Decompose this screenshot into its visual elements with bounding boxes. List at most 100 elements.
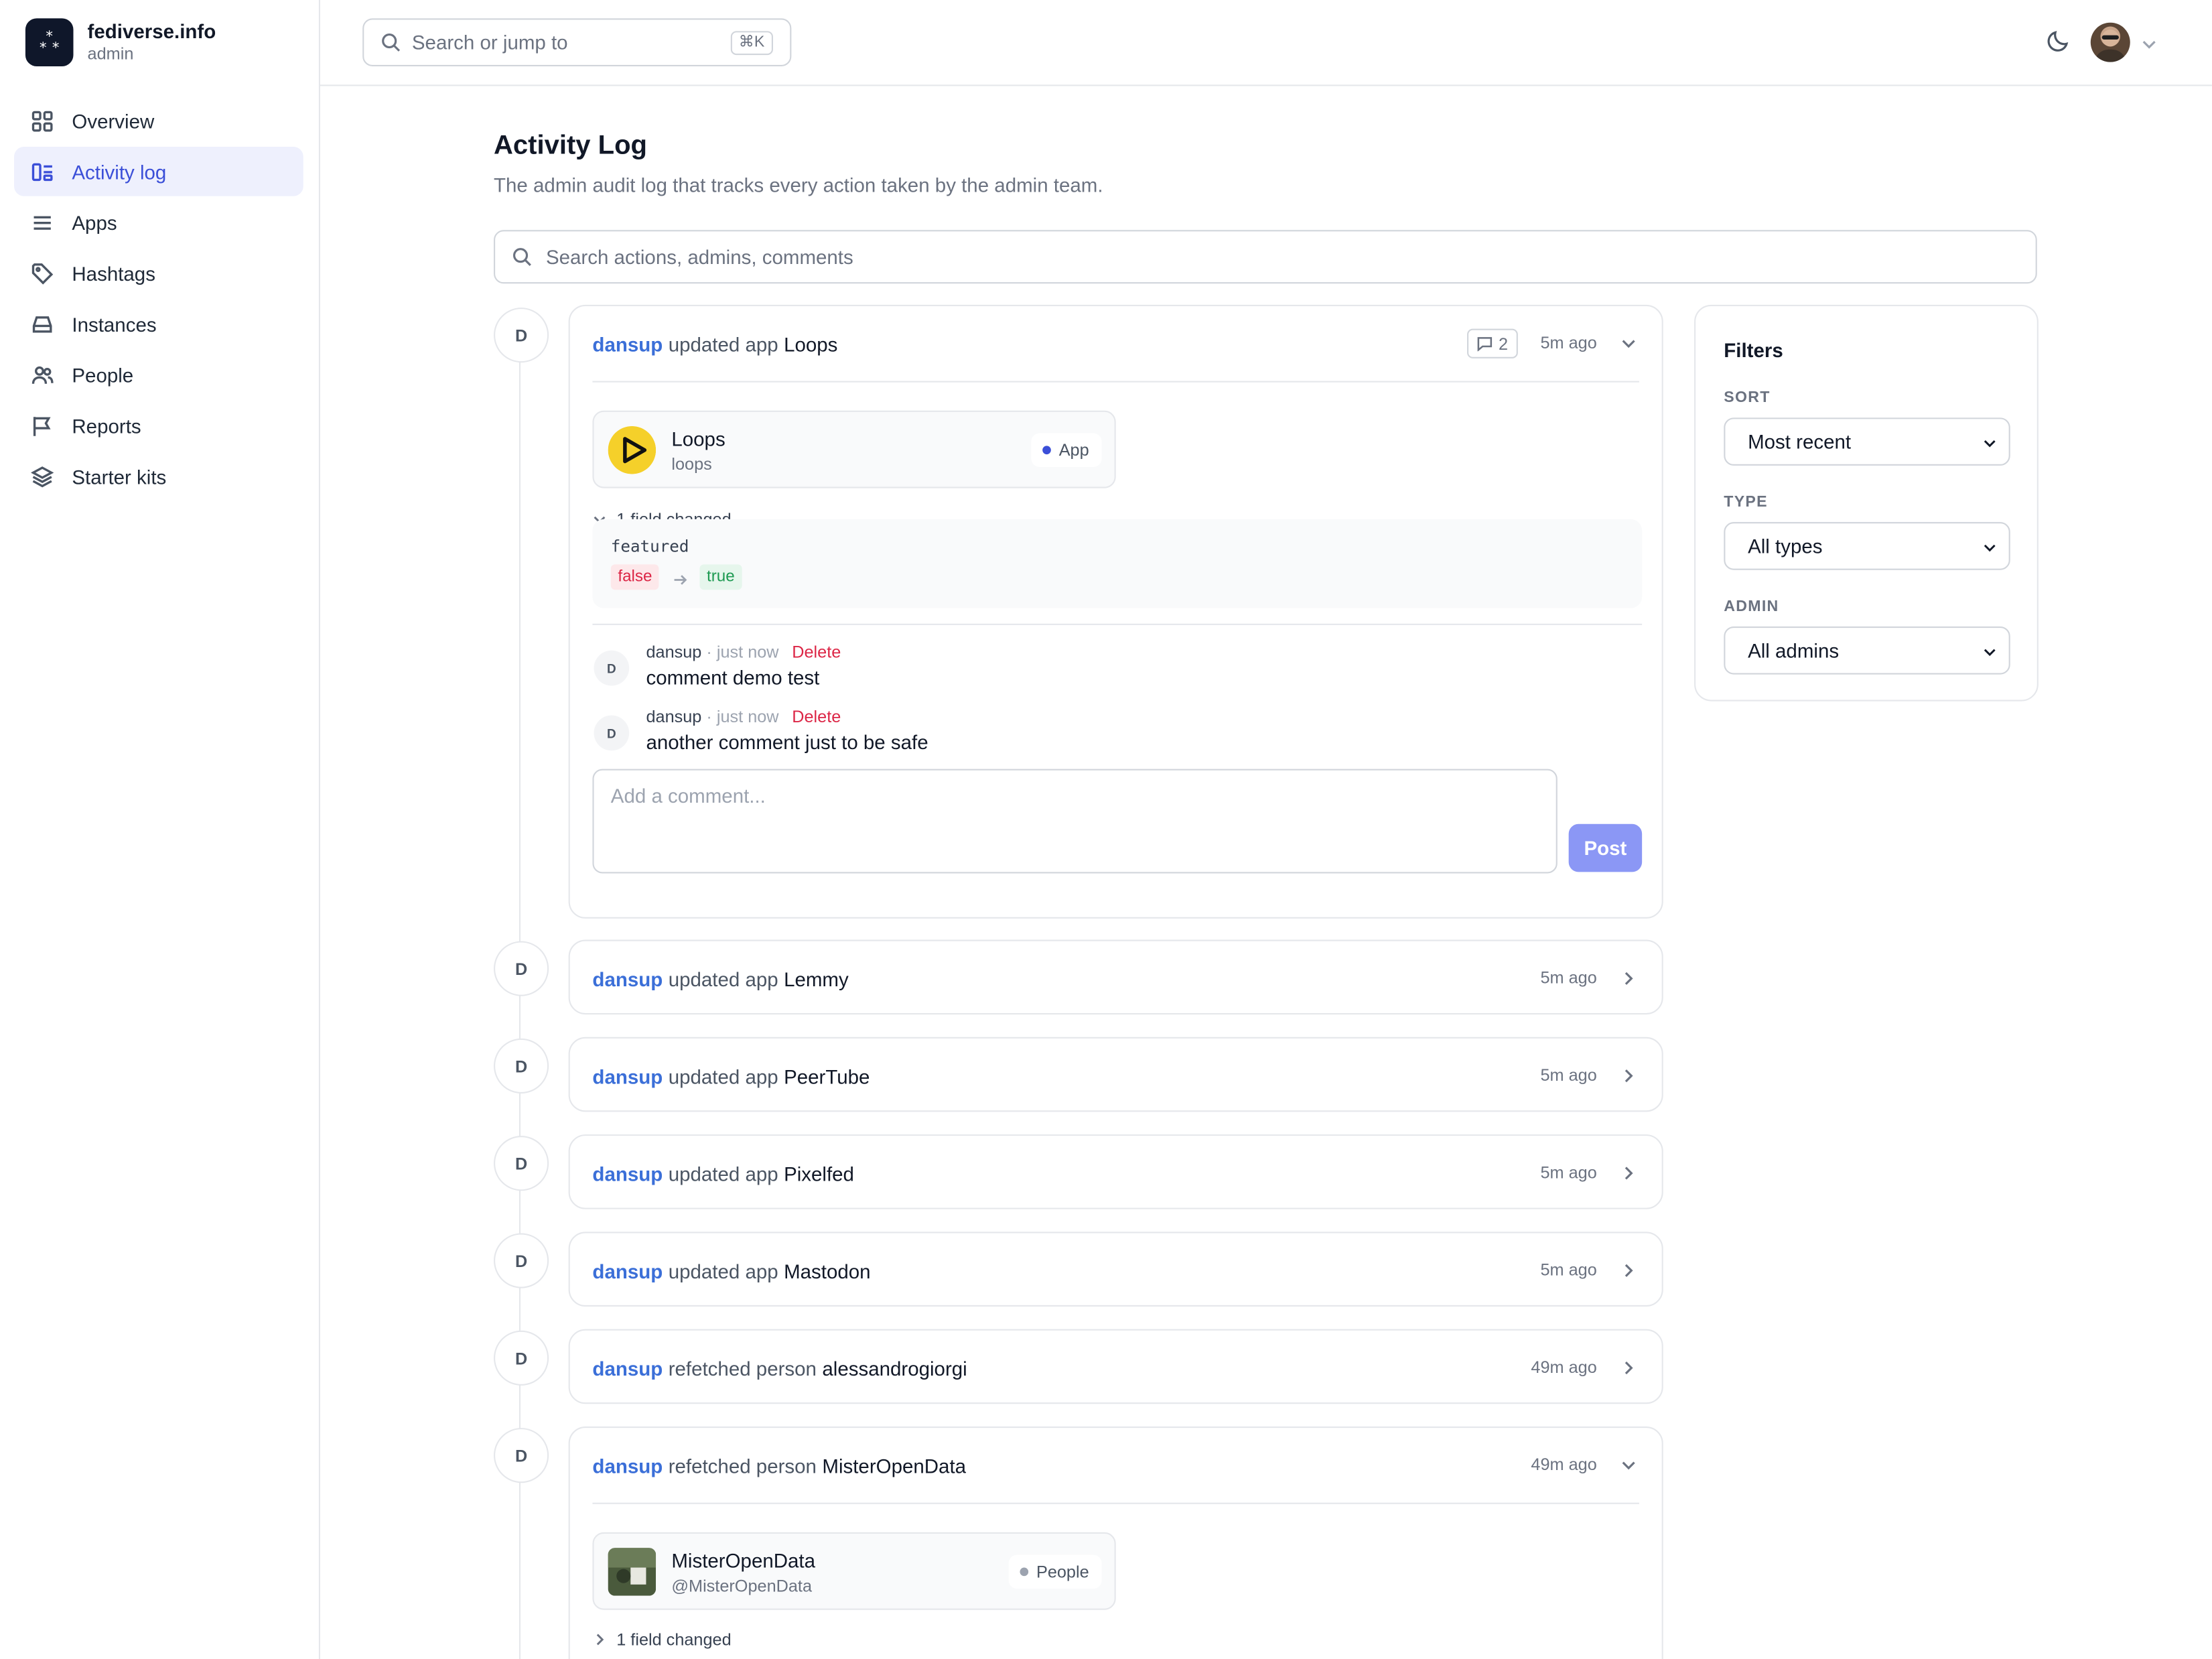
entry-actor[interactable]: dansup [592, 1162, 663, 1185]
activity-entry-header[interactable]: dansup updated app Loops 2 5m ago [570, 306, 1662, 381]
comment-icon [1478, 337, 1493, 352]
type-select[interactable]: All types [1724, 522, 2010, 570]
comment-avatar: D [594, 715, 630, 751]
comment-count-badge[interactable]: 2 [1467, 328, 1518, 358]
entry-subject[interactable]: MisterOpenData [822, 1454, 966, 1477]
entry-actor[interactable]: dansup [592, 1454, 663, 1477]
entry-time: 5m ago [1540, 1163, 1597, 1183]
admin-label: ADMIN [1724, 598, 1779, 616]
entry-subject[interactable]: PeerTube [784, 1065, 870, 1087]
post-comment-button[interactable]: Post [1568, 823, 1643, 872]
sidebar-item-label: Reports [72, 414, 141, 437]
comment-author[interactable]: dansup [646, 642, 701, 661]
menu-icon [33, 215, 51, 229]
comment-time: just now [716, 707, 779, 727]
entity-card[interactable]: MisterOpenData @MisterOpenData People [592, 1532, 1116, 1610]
entry-actor[interactable]: dansup [592, 1357, 663, 1380]
sidebar-item-activity-log[interactable]: Activity log [14, 147, 303, 196]
comment-author[interactable]: dansup [646, 707, 701, 726]
diff-old-value: false [610, 564, 660, 590]
delete-comment-button[interactable]: Delete [792, 642, 841, 661]
entry-actor[interactable]: dansup [592, 1259, 663, 1282]
entry-subject[interactable]: Lemmy [784, 968, 849, 990]
sort-value: Most recent [1748, 430, 1852, 453]
activity-entry[interactable]: dansup updated app PeerTube 5m ago [568, 1037, 1663, 1112]
activity-entry[interactable]: dansup updated app Lemmy 5m ago [568, 939, 1663, 1015]
brand-name: fediverse.info [87, 19, 216, 43]
admin-select[interactable]: All admins [1724, 626, 2010, 675]
global-search-input[interactable]: Search or jump to ⌘K [362, 18, 792, 66]
sidebar-item-label: Instances [72, 312, 157, 336]
topbar: Search or jump to ⌘K [320, 0, 2212, 86]
chevron-right-icon[interactable] [1621, 1163, 1637, 1185]
entry-subject[interactable]: Pixelfed [784, 1162, 854, 1185]
svg-text:*: * [40, 39, 47, 56]
comment-meta: dansup · just now Delete [646, 642, 841, 662]
sidebar-item-reports[interactable]: Reports [14, 401, 303, 450]
sidebar-item-hashtags[interactable]: Hashtags [14, 249, 303, 298]
page-description: The admin audit log that tracks every ac… [494, 174, 1103, 196]
page-title: Activity Log [494, 131, 648, 161]
entry-verb: updated app [668, 1064, 778, 1087]
entity-type-badge: People [1008, 1554, 1102, 1589]
activity-search-placeholder: Search actions, admins, comments [545, 245, 853, 269]
activity-entry[interactable]: dansup updated app Mastodon 5m ago [568, 1232, 1663, 1307]
app-root: * * * fediverse.info admin Overview Acti… [0, 0, 2212, 1659]
comment-input[interactable]: Add a comment... [592, 769, 1558, 874]
sidebar-item-label: Hashtags [72, 261, 155, 285]
timeline-avatar: D [494, 941, 549, 996]
entity-type-badge: App [1030, 433, 1102, 468]
entry-actor[interactable]: dansup [592, 968, 663, 990]
chevron-right-icon [596, 1634, 604, 1646]
chevron-right-icon[interactable] [1621, 968, 1637, 991]
entity-name: MisterOpenData [671, 1549, 816, 1572]
entry-verb: updated app [668, 1162, 778, 1185]
server-icon [32, 316, 52, 332]
comments-section: D dansup · just now Delete comment demo … [592, 623, 1643, 874]
delete-comment-button[interactable]: Delete [792, 707, 841, 726]
chevron-down-icon[interactable] [1621, 1455, 1637, 1477]
timeline-avatar: D [494, 1038, 549, 1093]
chevron-right-icon[interactable] [1621, 1065, 1637, 1088]
activity-entry[interactable]: dansup updated app Pixelfed 5m ago [568, 1134, 1663, 1209]
timeline-avatar: D [494, 1428, 549, 1483]
dark-mode-toggle[interactable] [2045, 28, 2071, 60]
person-avatar [608, 1548, 656, 1596]
loops-logo-icon [608, 425, 656, 474]
entity-name: Loops [671, 427, 725, 450]
activity-search-input[interactable]: Search actions, admins, comments [494, 230, 2037, 284]
brand-sub: admin [87, 44, 134, 64]
entry-subject[interactable]: alessandrogiorgi [822, 1357, 967, 1380]
entry-verb: refetched person [668, 1356, 817, 1380]
sidebar-item-people[interactable]: People [14, 350, 303, 399]
sidebar-item-apps[interactable]: Apps [14, 198, 303, 247]
badge-dot [1042, 446, 1051, 455]
sidebar-item-overview[interactable]: Overview [14, 96, 303, 145]
sidebar-item-starter-kits[interactable]: Starter kits [14, 452, 303, 501]
sidebar: * * * fediverse.info admin Overview Acti… [0, 0, 321, 1659]
entity-card[interactable]: Loops loops App [592, 410, 1116, 488]
entry-subject[interactable]: Mastodon [784, 1259, 870, 1282]
chevron-right-icon[interactable] [1621, 1260, 1637, 1282]
fields-changed-toggle[interactable]: 1 field changed [592, 1630, 732, 1650]
activity-entry[interactable]: dansup refetched person alessandrogiorgi… [568, 1329, 1663, 1404]
entry-verb: refetched person [668, 1454, 817, 1477]
chevron-right-icon[interactable] [1621, 1357, 1637, 1380]
entry-time: 5m ago [1540, 332, 1597, 353]
entry-actor[interactable]: dansup [592, 1065, 663, 1087]
activity-entry-header[interactable]: dansup refetched person MisterOpenData 4… [570, 1428, 1662, 1503]
chevron-down-icon[interactable] [1621, 333, 1637, 356]
search-icon [382, 34, 401, 52]
comment-text: comment demo test [646, 665, 820, 689]
entry-subject[interactable]: Loops [784, 332, 837, 355]
timeline-avatar: D [494, 308, 549, 363]
sidebar-item-label: People [72, 363, 134, 386]
user-menu-chevron-icon[interactable] [2142, 34, 2157, 60]
comment-meta: dansup · just now Delete [646, 707, 841, 727]
entry-time: 49m ago [1531, 1357, 1597, 1378]
sidebar-item-instances[interactable]: Instances [14, 299, 303, 348]
sort-select[interactable]: Most recent [1724, 417, 2010, 466]
user-avatar[interactable] [2090, 22, 2130, 62]
brand[interactable]: * * * fediverse.info admin [25, 18, 216, 66]
entry-actor[interactable]: dansup [592, 332, 663, 355]
